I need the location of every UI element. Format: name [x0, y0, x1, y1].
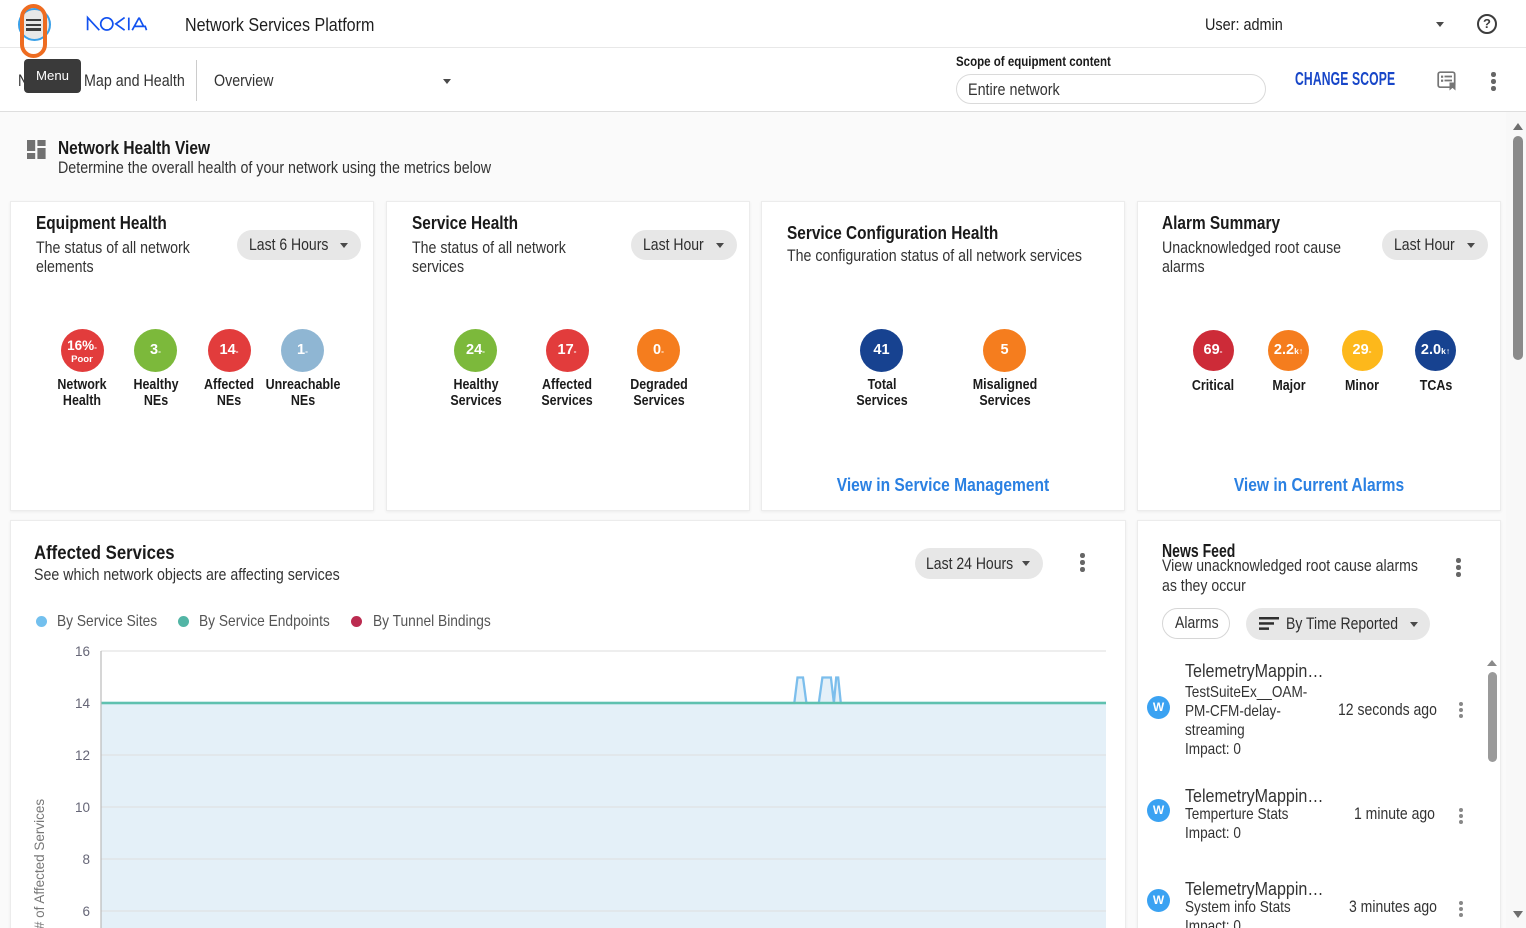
svg-text:# of Affected Services: # of Affected Services: [32, 799, 47, 928]
svg-text:14: 14: [75, 696, 91, 711]
svg-text:16: 16: [75, 644, 90, 659]
svg-text:12: 12: [75, 748, 90, 763]
svg-text:10: 10: [75, 800, 90, 815]
svg-text:8: 8: [82, 852, 90, 867]
svg-text:6: 6: [82, 904, 90, 919]
